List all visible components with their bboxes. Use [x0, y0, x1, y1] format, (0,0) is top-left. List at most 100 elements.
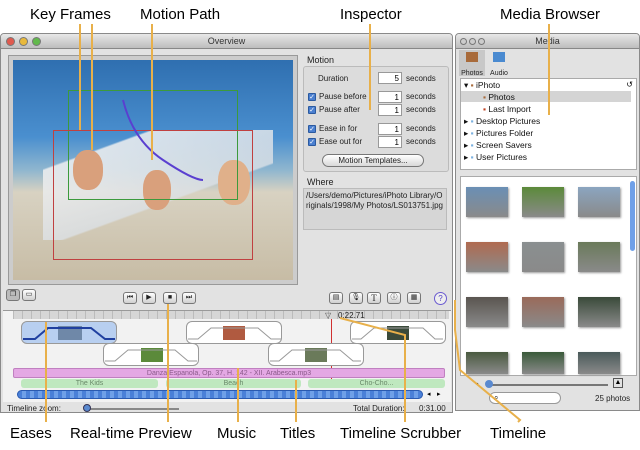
- pause-before-checkbox[interactable]: ✓: [308, 93, 316, 101]
- motion-group: Duration 5 seconds ✓ Pause before 1 seco…: [303, 66, 449, 172]
- thumb-size-knob[interactable]: [485, 380, 493, 388]
- unit-label: seconds: [406, 105, 436, 114]
- rewind-icon[interactable]: ⏮: [123, 292, 137, 304]
- photo-thumbnail[interactable]: [466, 187, 508, 217]
- motion-path[interactable]: [13, 60, 293, 280]
- photos-icon: [466, 52, 478, 62]
- title-clip[interactable]: Beach: [166, 379, 301, 388]
- single-view-icon[interactable]: ▭: [22, 289, 36, 301]
- tree-item-user-pictures[interactable]: ▸ ▪ User Pictures: [464, 152, 527, 163]
- ease-out-field[interactable]: 1: [378, 136, 402, 148]
- callout-music: Music: [217, 425, 257, 442]
- photo-thumbnail[interactable]: [522, 242, 564, 272]
- scroll-right-icon[interactable]: ▸: [437, 390, 441, 398]
- minimize-button[interactable]: [19, 37, 28, 46]
- microphone-icon[interactable]: 🎙: [349, 292, 363, 304]
- tree-item-photos[interactable]: ▪ Photos: [483, 92, 515, 102]
- title-text-icon[interactable]: T: [367, 292, 381, 304]
- help-icon[interactable]: ?: [434, 292, 447, 305]
- where-path: /Users/demo/Pictures/iPhoto Library/Orig…: [303, 188, 447, 230]
- motion-heading: Motion: [307, 55, 335, 65]
- pause-after-checkbox[interactable]: ✓: [308, 106, 316, 114]
- tree-item-desktop-pictures[interactable]: ▸ ▪ Desktop Pictures: [464, 116, 540, 127]
- tab-label: Photos: [461, 70, 483, 77]
- ease-in-checkbox[interactable]: ✓: [308, 125, 316, 133]
- photo-thumbnail[interactable]: [466, 297, 508, 327]
- ease-in-field[interactable]: 1: [378, 123, 402, 135]
- grid-scrollbar[interactable]: [630, 181, 635, 251]
- small-thumb-icon: ▪: [476, 381, 479, 388]
- preview-photo: [13, 60, 293, 280]
- overview-window: Overview Motion Duration 5 seconds ✓ Pau…: [0, 33, 453, 413]
- ease-out-checkbox[interactable]: ✓: [308, 138, 316, 146]
- total-duration-label: Total Duration:: [353, 404, 405, 413]
- photo-thumbnail[interactable]: [578, 242, 620, 272]
- timeline-scrollbar[interactable]: [17, 390, 423, 399]
- tree-label: Pictures Folder: [476, 128, 534, 138]
- tab-photos[interactable]: Photos: [459, 50, 485, 77]
- tree-item-last-import[interactable]: ▪ Last Import: [483, 104, 531, 114]
- preview-icon[interactable]: ■: [163, 292, 177, 304]
- unit-label: seconds: [406, 92, 436, 101]
- media-titlebar: Media: [456, 34, 639, 49]
- photo-thumbnail[interactable]: [522, 297, 564, 327]
- tree-label: iPhoto: [476, 80, 501, 90]
- tree-item-pictures-folder[interactable]: ▸ ▪ Pictures Folder: [464, 128, 533, 139]
- unit-label: seconds: [406, 137, 436, 146]
- media-browser-window: Media Photos Audio ▾ ▪ iPhoto ▪ Photos ▪…: [455, 33, 640, 411]
- scroll-left-icon[interactable]: ◂: [427, 390, 431, 398]
- pause-after-label: Pause after: [319, 105, 360, 114]
- timeline-zoom-knob[interactable]: [83, 404, 91, 412]
- timeline[interactable]: ▽ 0:22.71 Danza Espanola, Op. 37, H. 142…: [3, 310, 451, 402]
- close-button[interactable]: [6, 37, 15, 46]
- tree-label: User Pictures: [476, 152, 528, 162]
- unit-label: seconds: [406, 124, 436, 133]
- forward-icon[interactable]: ⏭: [182, 292, 196, 304]
- ease-in-label: Ease in for: [319, 124, 358, 133]
- zoom-button[interactable]: [478, 38, 485, 45]
- tree-item-iphoto[interactable]: ▾ ▪ iPhoto: [464, 80, 500, 91]
- photo-thumbnail[interactable]: [466, 352, 508, 374]
- tab-audio[interactable]: Audio: [486, 50, 512, 77]
- tree-label: Last Import: [488, 104, 531, 114]
- duration-field[interactable]: 5: [378, 72, 402, 84]
- photo-thumbnail[interactable]: [578, 187, 620, 217]
- callout-motion-path: Motion Path: [140, 6, 221, 23]
- search-input[interactable]: ⌕: [489, 392, 561, 404]
- info-icon[interactable]: ⓘ: [387, 292, 401, 304]
- photo-thumbnail[interactable]: [522, 187, 564, 217]
- source-tree: ▾ ▪ iPhoto ▪ Photos ▪ Last Import ▸ ▪ De…: [460, 78, 637, 170]
- film-icon[interactable]: ▦: [407, 292, 421, 304]
- timeline-zoom-slider[interactable]: [85, 408, 179, 410]
- ease-curves[interactable]: [3, 311, 451, 371]
- refresh-icon[interactable]: ↺: [626, 80, 633, 89]
- search-icon: ⌕: [494, 393, 499, 402]
- callout-eases: Eases: [10, 425, 52, 442]
- tree-label: Desktop Pictures: [476, 116, 541, 126]
- unit-label: seconds: [406, 74, 436, 83]
- title-clip[interactable]: Cho-Cho...: [308, 379, 445, 388]
- pause-before-field[interactable]: 1: [378, 91, 402, 103]
- close-button[interactable]: [460, 38, 467, 45]
- motion-templates-button[interactable]: Motion Templates...: [322, 154, 424, 167]
- document-icon[interactable]: ▤: [329, 292, 343, 304]
- photo-grid: [460, 176, 637, 376]
- title-clip[interactable]: The Kids: [21, 379, 158, 388]
- photo-thumbnail[interactable]: [522, 352, 564, 374]
- tree-label: Photos: [488, 92, 515, 102]
- duration-label: Duration: [318, 74, 349, 83]
- photo-thumbnail[interactable]: [578, 352, 620, 374]
- minimize-button[interactable]: [469, 38, 476, 45]
- thumb-size-slider[interactable]: [488, 384, 608, 386]
- photo-thumbnail[interactable]: [466, 242, 508, 272]
- photo-thumbnail[interactable]: [578, 297, 620, 327]
- play-icon[interactable]: ▶: [142, 292, 156, 304]
- pause-after-field[interactable]: 1: [378, 104, 402, 116]
- zoom-button[interactable]: [32, 37, 41, 46]
- callout-inspector: Inspector: [340, 6, 402, 23]
- tab-label: Audio: [490, 70, 508, 77]
- music-track[interactable]: Danza Espanola, Op. 37, H. 142 - XII. Ar…: [13, 368, 445, 378]
- overlap-view-icon[interactable]: ❐: [6, 289, 20, 301]
- tree-item-screen-savers[interactable]: ▸ ▪ Screen Savers: [464, 140, 532, 151]
- window-title: Overview: [207, 36, 246, 46]
